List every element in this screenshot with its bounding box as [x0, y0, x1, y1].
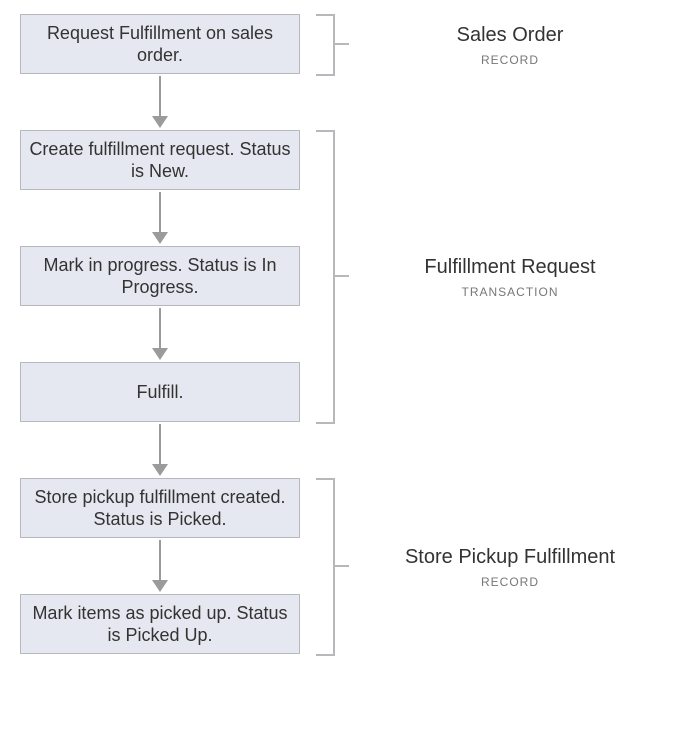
node-create-fulfillment-request: Create fulfillment request. Status is Ne… — [20, 130, 300, 190]
arrowhead-icon — [152, 348, 168, 360]
arrowhead-icon — [152, 580, 168, 592]
arrowhead-icon — [152, 464, 168, 476]
bracket-icon — [316, 14, 350, 76]
arrow — [20, 308, 300, 360]
group-label-sales-order: Sales Order RECORD — [380, 24, 640, 67]
group-subtitle: TRANSACTION — [380, 285, 640, 299]
node-fulfill: Fulfill. — [20, 362, 300, 422]
group-label-fulfillment-request: Fulfillment Request TRANSACTION — [380, 256, 640, 299]
group-title: Fulfillment Request — [380, 256, 640, 279]
bracket-icon — [316, 478, 350, 656]
group-label-store-pickup: Store Pickup Fulfillment RECORD — [380, 546, 640, 589]
node-mark-picked-up: Mark items as picked up. Status is Picke… — [20, 594, 300, 654]
node-text: Fulfill. — [136, 381, 183, 404]
node-mark-in-progress: Mark in progress. Status is In Progress. — [20, 246, 300, 306]
node-text: Mark in progress. Status is In Progress. — [29, 254, 291, 299]
arrow — [20, 192, 300, 244]
bracket-icon — [316, 130, 350, 424]
arrowhead-icon — [152, 232, 168, 244]
node-text: Create fulfillment request. Status is Ne… — [29, 138, 291, 183]
arrowhead-icon — [152, 116, 168, 128]
group-title: Store Pickup Fulfillment — [380, 546, 640, 569]
flow-diagram: Request Fulfillment on sales order. Crea… — [0, 0, 692, 739]
arrow — [20, 540, 300, 592]
arrow — [20, 424, 300, 476]
group-subtitle: RECORD — [380, 53, 640, 67]
arrow — [20, 76, 300, 128]
node-text: Mark items as picked up. Status is Picke… — [29, 602, 291, 647]
group-title: Sales Order — [380, 24, 640, 47]
node-text: Store pickup fulfillment created. Status… — [29, 486, 291, 531]
node-store-pickup-created: Store pickup fulfillment created. Status… — [20, 478, 300, 538]
group-subtitle: RECORD — [380, 575, 640, 589]
node-request-fulfillment: Request Fulfillment on sales order. — [20, 14, 300, 74]
node-text: Request Fulfillment on sales order. — [29, 22, 291, 67]
